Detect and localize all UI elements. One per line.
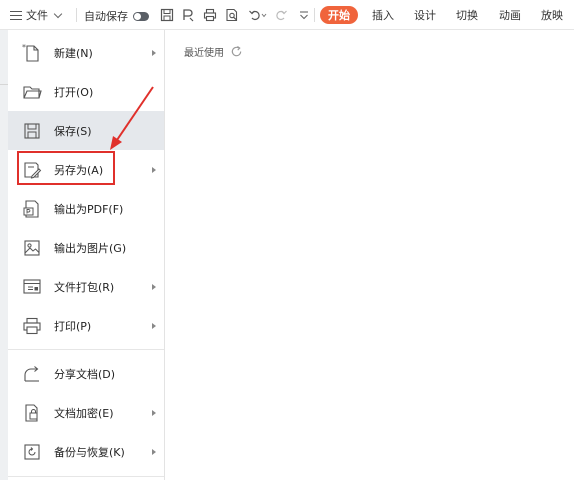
annotation-arrow xyxy=(110,86,154,150)
